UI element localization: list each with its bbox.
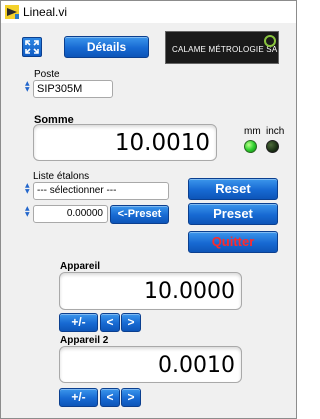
logo-text: CALAME MÉTROLOGIE SA <box>172 45 278 54</box>
preset-value-field[interactable]: 0.00000 <box>33 205 108 223</box>
app-window: Lineal.vi Détails CALAME MÉTROLOGIE SA P… <box>0 0 297 419</box>
appareil-label: Appareil <box>60 261 101 272</box>
decrement-icon[interactable]: ▼ <box>25 87 33 93</box>
expand-button[interactable] <box>22 37 42 57</box>
appareil-right-button[interactable]: > <box>121 313 141 332</box>
etalons-arrows[interactable]: ▲ ▼ <box>25 183 33 196</box>
labview-icon <box>5 5 19 19</box>
decrement-icon[interactable]: ▼ <box>25 212 33 218</box>
poste-label: Poste <box>34 69 60 80</box>
appareil2-right-button[interactable]: > <box>121 388 141 407</box>
preset-value-arrows[interactable]: ▲ ▼ <box>25 206 33 219</box>
poste-arrows[interactable]: ▲ ▼ <box>25 81 33 94</box>
inch-led-indicator <box>266 140 279 153</box>
appareil-left-button[interactable]: < <box>100 313 120 332</box>
mm-led-indicator <box>244 140 257 153</box>
appareil2-display: 0.0010 <box>59 346 242 383</box>
reset-button[interactable]: Reset <box>188 178 278 200</box>
quit-button[interactable]: Quitter <box>188 231 278 253</box>
appareil2-label: Appareil 2 <box>60 335 109 346</box>
appareil2-left-button[interactable]: < <box>100 388 120 407</box>
appareil-sign-button[interactable]: +/- <box>59 313 98 332</box>
somme-display: 10.0010 <box>33 124 217 161</box>
inch-label: inch <box>266 126 285 137</box>
etalons-label: Liste étalons <box>33 171 90 182</box>
preset-button[interactable]: Preset <box>188 203 278 225</box>
expand-arrows-icon <box>25 40 39 54</box>
decrement-icon[interactable]: ▼ <box>25 189 33 195</box>
window-title: Lineal.vi <box>23 5 68 19</box>
appareil-display: 10.0000 <box>59 272 242 310</box>
company-logo: CALAME MÉTROLOGIE SA <box>165 31 279 64</box>
title-bar: Lineal.vi <box>1 1 296 23</box>
poste-field[interactable]: SIP305M <box>33 80 113 98</box>
load-preset-button[interactable]: <-Preset <box>110 205 169 224</box>
logo-mark-icon <box>264 35 276 47</box>
appareil2-sign-button[interactable]: +/- <box>59 388 98 407</box>
mm-label: mm <box>244 126 261 137</box>
etalons-select[interactable]: --- sélectionner --- <box>33 182 169 200</box>
details-button[interactable]: Détails <box>64 36 149 58</box>
